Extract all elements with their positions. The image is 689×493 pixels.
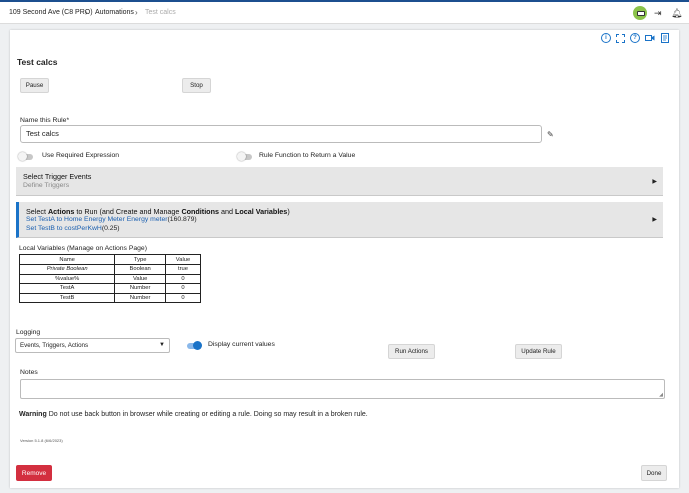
- action-item[interactable]: Set TestA to Home Energy Meter Energy me…: [26, 216, 197, 223]
- update-rule-button[interactable]: Update Rule: [515, 344, 562, 359]
- actions-section[interactable]: Select Actions to Run (and Create and Ma…: [16, 202, 663, 238]
- video-icon[interactable]: [645, 33, 655, 43]
- remove-button[interactable]: Remove: [16, 465, 52, 481]
- define-triggers-text: Define Triggers: [23, 182, 70, 189]
- column-header: Name: [18, 254, 116, 265]
- version-text: Version 5.1.8 (6/6/2023): [20, 438, 63, 443]
- local-variables-table: Name Type Value Private Boolean Boolean …: [18, 254, 202, 303]
- breadcrumb-automations[interactable]: Automations: [95, 9, 134, 16]
- rule-function-label: Rule Function to Return a Value: [259, 152, 356, 159]
- column-header: Value: [164, 254, 202, 265]
- breadcrumb-chevron-icon: ›: [135, 8, 138, 17]
- rule-editor-panel: i ? Test calcs Pause Stop Name this Rule…: [10, 30, 679, 488]
- chevron-down-icon: ▼: [159, 342, 165, 348]
- resize-handle-icon[interactable]: ◢: [659, 392, 663, 398]
- page-title: Test calcs: [17, 57, 58, 67]
- logging-select[interactable]: Events, Triggers, Actions ▼: [15, 338, 170, 353]
- stop-button[interactable]: Stop: [182, 78, 211, 93]
- breadcrumb-current: Test calcs: [145, 9, 176, 16]
- done-button[interactable]: Done: [641, 465, 667, 481]
- display-values-toggle[interactable]: [187, 341, 202, 350]
- pause-button[interactable]: Pause: [20, 78, 49, 93]
- name-field-label: Name this Rule*: [20, 117, 70, 124]
- table-row: Private Boolean Boolean true: [18, 264, 202, 275]
- notifications-bell-icon[interactable]: 🔔︎: [671, 8, 682, 18]
- rule-function-toggle[interactable]: [237, 152, 252, 161]
- notes-textarea[interactable]: ◢: [20, 379, 665, 399]
- fullscreen-icon[interactable]: [616, 34, 625, 43]
- column-header: Type: [114, 254, 166, 265]
- rule-name-input[interactable]: Test calcs: [20, 125, 542, 143]
- expand-arrow-icon: ▶: [652, 179, 657, 185]
- help-icon[interactable]: ?: [630, 33, 640, 43]
- local-variables-title: Local Variables (Manage on Actions Page): [19, 245, 147, 252]
- action-item[interactable]: Set TestB to costPerKwH(0.25): [26, 225, 120, 232]
- breadcrumb-chevron-icon: ›: [85, 8, 88, 17]
- top-bar: 109 Second Ave (C8 PRO) › Automations › …: [0, 0, 689, 24]
- document-icon[interactable]: [660, 33, 670, 43]
- trigger-events-title: Select Trigger Events: [23, 172, 92, 181]
- required-expression-label: Use Required Expression: [42, 152, 120, 159]
- hub-status-icon[interactable]: [633, 6, 647, 20]
- warning-text: Warning Do not use back button in browse…: [19, 411, 368, 418]
- table-header-row: Name Type Value: [18, 254, 202, 265]
- trigger-events-section[interactable]: Select Trigger Events Define Triggers ▶: [16, 167, 663, 196]
- display-values-label: Display current values: [208, 341, 275, 348]
- logging-label: Logging: [16, 329, 41, 336]
- required-expression-toggle[interactable]: [18, 152, 33, 161]
- table-row: TestB Number 0: [18, 292, 202, 303]
- info-icon[interactable]: i: [601, 33, 611, 43]
- expand-arrow-icon: ▶: [652, 217, 657, 223]
- notes-label: Notes: [20, 369, 38, 376]
- table-row: TestA Number 0: [18, 283, 202, 294]
- breadcrumb-hub[interactable]: 109 Second Ave (C8 PRO): [9, 9, 93, 16]
- table-row: %value% Value 0: [18, 273, 202, 284]
- run-actions-button[interactable]: Run Actions: [388, 344, 435, 359]
- actions-section-title: Select Actions to Run (and Create and Ma…: [26, 207, 290, 216]
- edit-icon[interactable]: ✎: [547, 130, 554, 139]
- logout-icon[interactable]: ⇥: [654, 8, 662, 18]
